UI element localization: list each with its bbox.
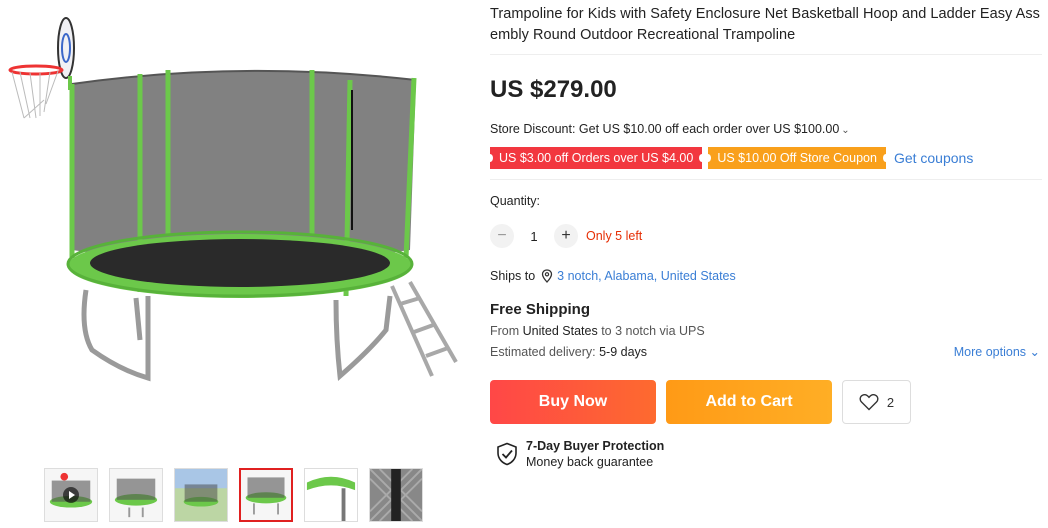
coupon-badge-2[interactable]: US $10.00 Off Store Coupon bbox=[705, 147, 889, 169]
chevron-down-icon: ⌄ bbox=[841, 125, 850, 136]
quantity-value[interactable]: 1 bbox=[514, 229, 554, 244]
quantity-increase-button[interactable]: + bbox=[554, 224, 578, 248]
product-title-line2: embly Round Outdoor Recreational Trampol… bbox=[490, 27, 796, 43]
thumbnail-6[interactable] bbox=[369, 468, 423, 522]
buy-now-button[interactable]: Buy Now bbox=[490, 380, 656, 424]
shield-check-icon bbox=[497, 442, 517, 466]
ship-from-country: United States bbox=[522, 324, 598, 338]
stock-remaining: Only 5 left bbox=[586, 229, 643, 243]
thumbnail-2[interactable] bbox=[109, 468, 163, 522]
quantity-label: Quantity: bbox=[490, 194, 541, 208]
get-coupons-link[interactable]: Get coupons bbox=[894, 150, 973, 166]
thumbnail-4-selected[interactable] bbox=[239, 468, 293, 522]
thumbnail-strip bbox=[44, 468, 423, 522]
free-shipping-label: Free Shipping bbox=[490, 301, 591, 318]
ship-location-link[interactable]: 3 notch, Alabama, United States bbox=[557, 269, 736, 283]
product-info: Trampoline for Kids with Safety Enclosur… bbox=[486, 0, 1042, 470]
heart-icon bbox=[859, 394, 879, 411]
add-to-cart-button[interactable]: Add to Cart bbox=[666, 380, 832, 424]
product-title-line1: Trampoline for Kids with Safety Enclosur… bbox=[490, 6, 1040, 22]
quantity-decrease-button[interactable]: − bbox=[490, 224, 514, 248]
main-product-image[interactable] bbox=[0, 0, 470, 455]
buyer-protection: 7-Day Buyer Protection Money back guaran… bbox=[496, 438, 1042, 470]
product-title: Trampoline for Kids with Safety Enclosur… bbox=[490, 0, 1042, 55]
more-options-link[interactable]: More options ⌄ bbox=[954, 344, 1040, 360]
protection-subtitle: Money back guarantee bbox=[526, 455, 654, 469]
thumbnail-video[interactable] bbox=[44, 468, 98, 522]
divider bbox=[490, 179, 1042, 180]
est-days: 5-9 days bbox=[599, 345, 648, 359]
estimated-delivery: Estimated delivery: 5-9 days bbox=[490, 344, 647, 360]
store-discount[interactable]: Store Discount: Get US $10.00 off each o… bbox=[490, 121, 1042, 137]
ship-to-text: to 3 notch via UPS bbox=[601, 324, 705, 338]
location-pin-icon bbox=[542, 269, 553, 283]
more-options-label: More options bbox=[953, 345, 1027, 359]
play-icon bbox=[63, 487, 79, 503]
coupon-row: US $3.00 off Orders over US $4.00 US $10… bbox=[486, 146, 1042, 170]
quantity-stepper: − 1 + Only 5 left bbox=[490, 224, 1042, 248]
chevron-down-icon: ⌄ bbox=[1029, 345, 1040, 359]
shipping-route: From United States to 3 notch via UPS bbox=[490, 323, 1042, 339]
basketball-hoop bbox=[8, 17, 75, 119]
product-price: US $279.00 bbox=[490, 76, 617, 103]
wishlist-button[interactable]: 2 bbox=[842, 380, 911, 424]
est-label: Estimated delivery: bbox=[490, 345, 596, 359]
store-discount-text: Store Discount: Get US $10.00 off each o… bbox=[490, 122, 840, 136]
protection-title: 7-Day Buyer Protection bbox=[526, 439, 665, 453]
coupon-badge-1[interactable]: US $3.00 off Orders over US $4.00 bbox=[486, 147, 706, 169]
ships-to-row: Ships to 3 notch, Alabama, United States bbox=[490, 268, 1042, 284]
thumbnail-3[interactable] bbox=[174, 468, 228, 522]
estimated-delivery-row: Estimated delivery: 5-9 days More option… bbox=[490, 344, 1042, 360]
thumbnail-5[interactable] bbox=[304, 468, 358, 522]
ships-to-label: Ships to bbox=[490, 269, 536, 283]
action-buttons: Buy Now Add to Cart 2 bbox=[490, 380, 1042, 424]
wishlist-count: 2 bbox=[886, 394, 895, 410]
ship-from-prefix: From bbox=[490, 324, 520, 338]
